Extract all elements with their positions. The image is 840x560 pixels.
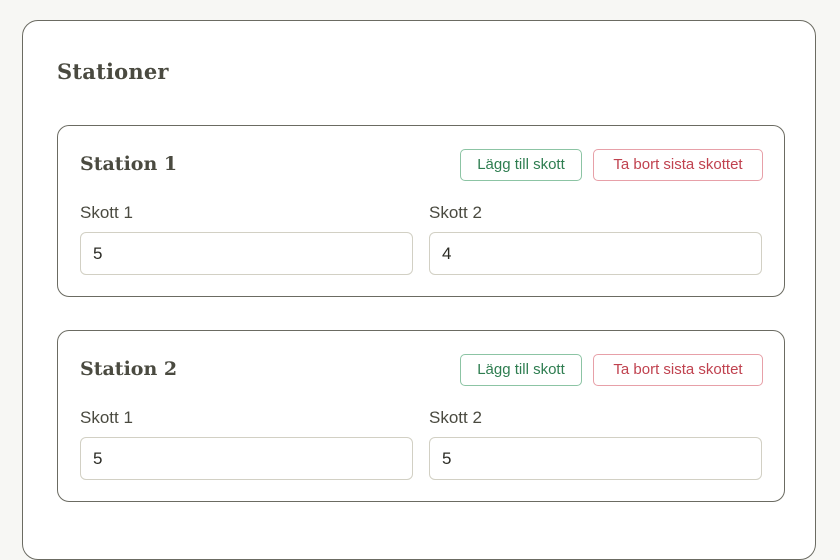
- shot-1-input[interactable]: [80, 437, 413, 480]
- shot-2-input[interactable]: [429, 437, 762, 480]
- shot-label: Skott 2: [429, 408, 482, 427]
- station-card-2: Station 2 Lägg till skott Ta bort sista …: [57, 330, 785, 502]
- add-shot-button[interactable]: Lägg till skott: [460, 149, 582, 181]
- panel-title: Stationer: [57, 59, 169, 84]
- station-title: Station 1: [80, 153, 178, 175]
- remove-last-shot-button[interactable]: Ta bort sista skottet: [593, 354, 763, 386]
- shot-label: Skott 2: [429, 203, 482, 222]
- shot-1-input[interactable]: [80, 232, 413, 275]
- station-card-1: Station 1 Lägg till skott Ta bort sista …: [57, 125, 785, 297]
- stations-panel: Stationer Station 1 Lägg till skott Ta b…: [22, 20, 816, 560]
- station-title: Station 2: [80, 358, 178, 380]
- shot-label: Skott 1: [80, 408, 133, 427]
- remove-last-shot-button[interactable]: Ta bort sista skottet: [593, 149, 763, 181]
- shot-label: Skott 1: [80, 203, 133, 222]
- shot-2-input[interactable]: [429, 232, 762, 275]
- add-shot-button[interactable]: Lägg till skott: [460, 354, 582, 386]
